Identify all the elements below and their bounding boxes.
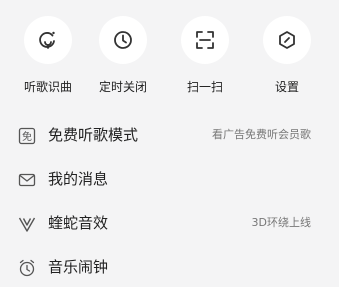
clock-icon	[114, 31, 132, 49]
settings-icon	[279, 31, 295, 49]
viper-sound-effect-hint: 3D环绕上线	[251, 216, 311, 229]
viper-sound-effect-item[interactable]: 蝰蛇音效 3D环绕上线	[0, 203, 339, 243]
recognize-song-icon-circle	[24, 16, 72, 64]
scan-icon	[196, 31, 214, 49]
viper-sound-effect-label: 蝰蛇音效	[48, 214, 109, 232]
scan-button[interactable]: 扫一扫	[170, 16, 240, 94]
svg-text:免: 免	[22, 130, 32, 143]
recognize-song-label: 听歌识曲	[23, 80, 72, 94]
alarm-clock-icon	[19, 259, 35, 277]
music-alarm-item[interactable]: 音乐闹钟	[0, 247, 339, 287]
scan-icon-circle	[181, 16, 229, 64]
my-messages-label: 我的消息	[48, 170, 109, 188]
settings-icon-circle	[263, 16, 311, 64]
viper-icon	[18, 217, 36, 232]
free-listening-mode-label: 免费听歌模式	[48, 126, 139, 144]
music-alarm-label: 音乐闹钟	[48, 258, 109, 276]
timer-close-icon-circle	[99, 16, 147, 64]
timer-close-button[interactable]: 定时关闭	[88, 16, 158, 94]
recognize-song-icon	[39, 31, 55, 49]
recognize-song-button[interactable]: 听歌识曲	[13, 16, 83, 94]
quick-actions-row: 听歌识曲 定时关闭 扫一扫 设置	[0, 0, 339, 110]
scan-label: 扫一扫	[186, 80, 223, 94]
free-listening-mode-hint: 看广告免费听会员歌	[212, 128, 311, 141]
envelope-icon	[18, 173, 36, 187]
settings-label: 设置	[274, 80, 299, 94]
settings-button[interactable]: 设置	[252, 16, 322, 94]
timer-close-label: 定时关闭	[98, 80, 147, 94]
my-messages-item[interactable]: 我的消息	[0, 159, 339, 199]
free-listening-mode-item[interactable]: 免 免费听歌模式 看广告免费听会员歌	[0, 115, 339, 155]
free-badge-icon: 免	[18, 127, 36, 145]
